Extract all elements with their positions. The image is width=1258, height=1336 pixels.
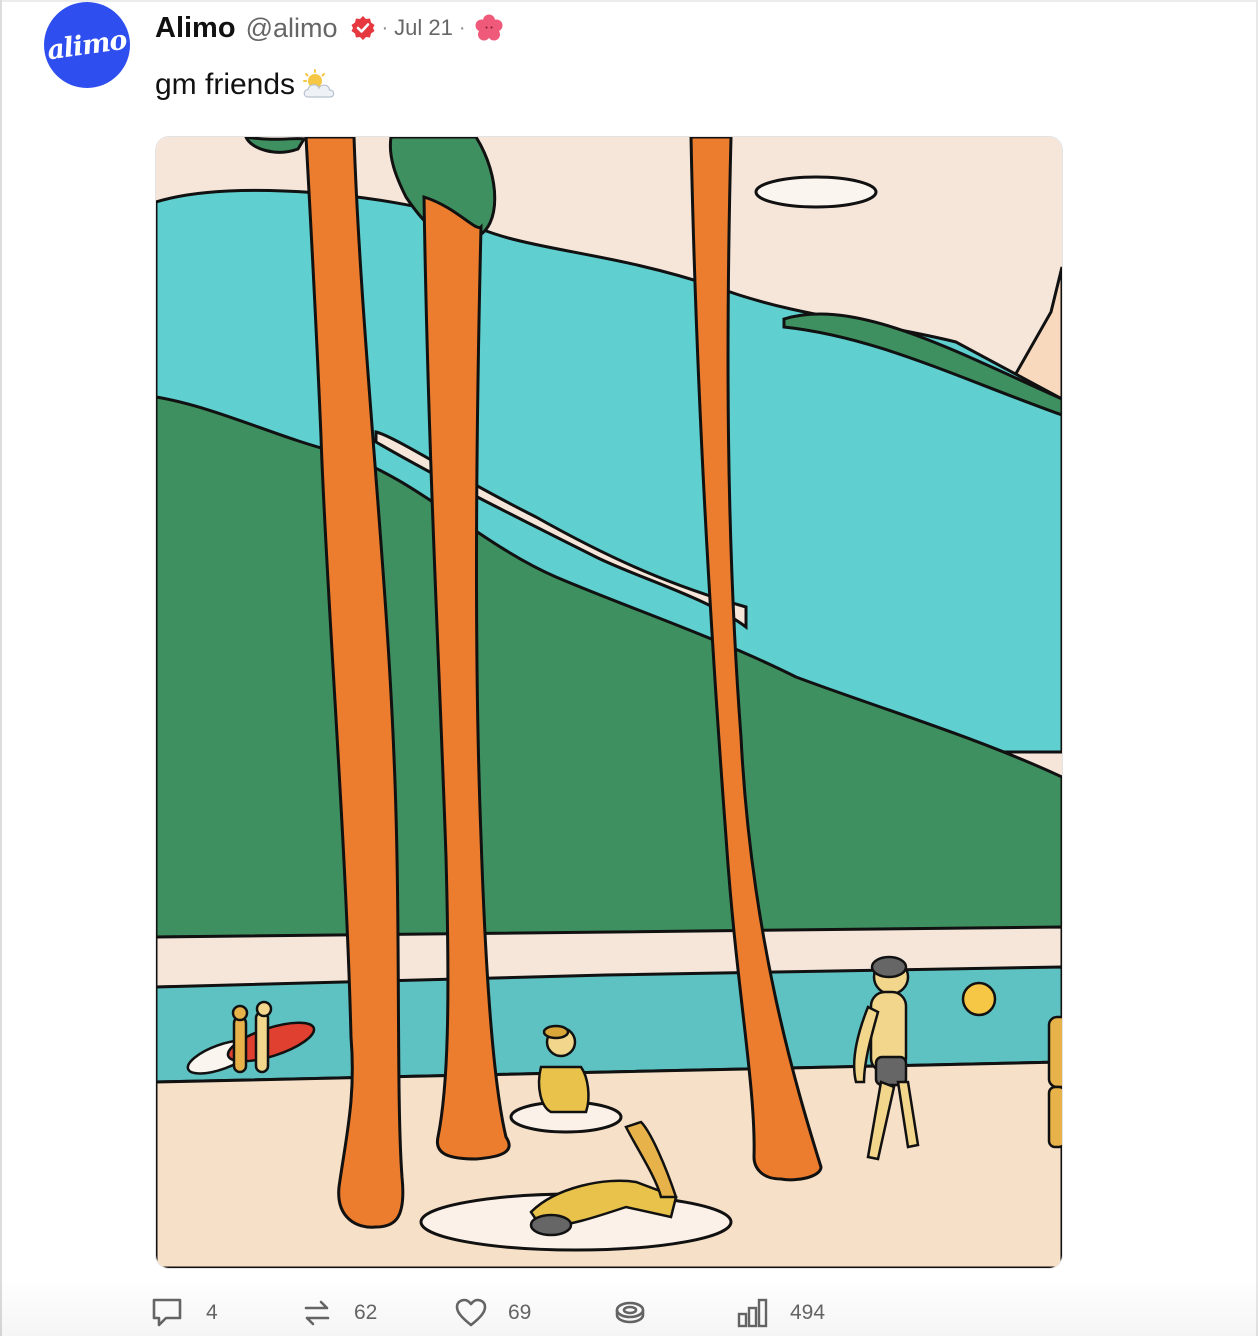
like-button[interactable]: 69 <box>454 1290 531 1336</box>
user-handle[interactable]: @alimo <box>246 13 338 44</box>
post-date[interactable]: Jul 21 <box>394 15 453 41</box>
post-header: Alimo @alimo · Jul 21 · <box>155 8 504 48</box>
recast-button[interactable]: 62 <box>300 1290 377 1336</box>
post-text: gm friends <box>155 68 296 101</box>
recast-icon <box>300 1296 334 1330</box>
comment-icon <box>150 1296 186 1330</box>
action-bar: 4 62 69 494 <box>150 1290 850 1336</box>
display-name[interactable]: Alimo <box>155 12 236 45</box>
recast-count: 62 <box>354 1301 378 1324</box>
reply-button[interactable]: 4 <box>150 1290 218 1336</box>
bar-chart-icon <box>736 1296 770 1330</box>
like-count: 69 <box>508 1301 532 1324</box>
frame-top-border <box>0 0 1258 2</box>
reply-count: 4 <box>206 1301 218 1324</box>
verified-badge-icon <box>350 15 376 41</box>
post-body: gm friends <box>155 68 337 102</box>
avatar[interactable]: alimo <box>44 2 130 88</box>
tip-button[interactable] <box>612 1290 648 1336</box>
views-button[interactable]: 494 <box>736 1290 825 1336</box>
beach-illustration <box>156 137 1062 1268</box>
frame-left-border <box>0 0 2 1336</box>
views-count: 494 <box>790 1301 826 1324</box>
sun-behind-cloud-icon <box>301 69 337 101</box>
flower-icon[interactable] <box>474 13 504 43</box>
separator-dot: · <box>458 16 466 39</box>
post-image[interactable] <box>155 136 1063 1269</box>
separator-dot: · <box>381 16 389 39</box>
heart-icon <box>454 1297 488 1329</box>
coin-stack-icon <box>612 1296 648 1330</box>
alimo-logo-icon: alimo <box>45 24 129 66</box>
